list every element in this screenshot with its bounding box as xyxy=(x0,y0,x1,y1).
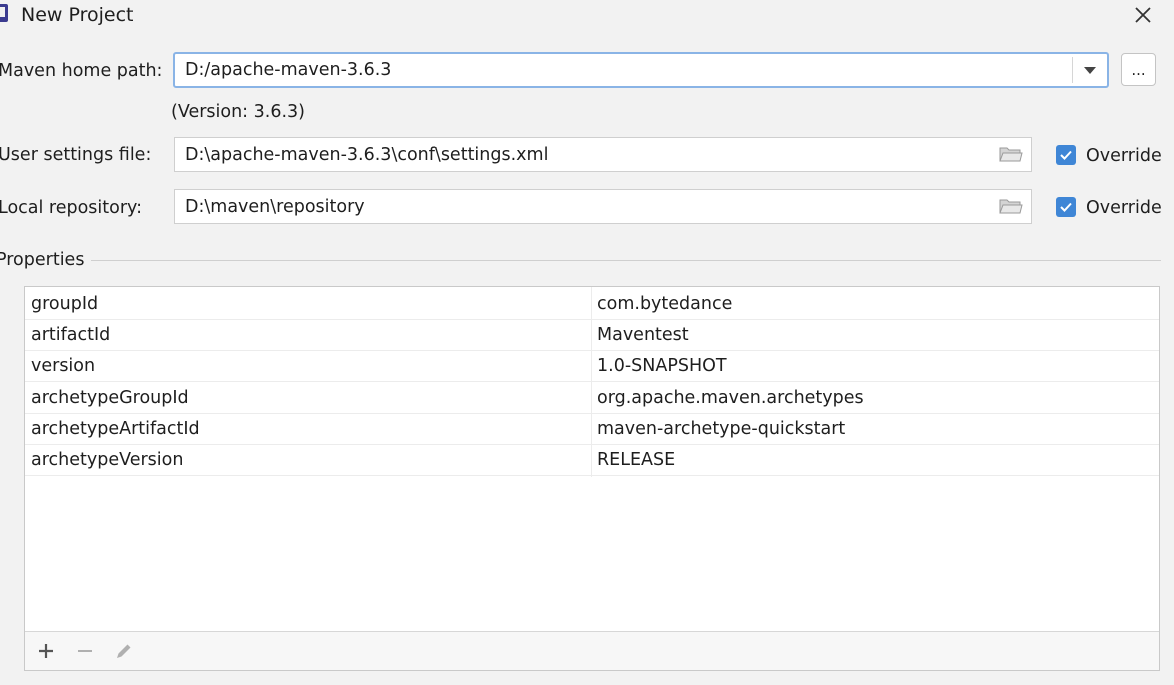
local-repository-override-checkbox[interactable] xyxy=(1056,197,1076,217)
add-property-button[interactable] xyxy=(34,639,58,663)
edit-icon xyxy=(117,644,131,658)
app-icon xyxy=(0,4,8,22)
dropdown-arrow-icon[interactable] xyxy=(1073,54,1107,86)
section-divider xyxy=(91,260,1161,261)
table-row[interactable]: archetypeGroupId org.apache.maven.archet… xyxy=(25,383,1159,414)
user-settings-value[interactable]: D:\apache-maven-3.6.3\conf\settings.xml xyxy=(185,144,548,166)
maven-home-combobox[interactable]: D:/apache-maven-3.6.3 xyxy=(173,52,1109,88)
user-settings-field[interactable]: D:\apache-maven-3.6.3\conf\settings.xml xyxy=(174,137,1032,172)
maven-home-label: Maven home path: xyxy=(0,61,163,81)
folder-icon[interactable] xyxy=(999,197,1023,215)
browse-maven-home-button[interactable]: ... xyxy=(1121,53,1156,86)
close-icon[interactable] xyxy=(1130,2,1156,28)
dialog-title: New Project xyxy=(21,4,134,26)
edit-property-button[interactable] xyxy=(112,639,136,663)
property-key[interactable]: archetypeArtifactId xyxy=(31,414,200,445)
local-repository-label: Local repository: xyxy=(0,198,143,218)
local-repository-field[interactable]: D:\maven\repository xyxy=(174,189,1032,224)
table-row[interactable]: archetypeArtifactId maven-archetype-quic… xyxy=(25,414,1159,445)
properties-section-label: Properties xyxy=(0,250,85,270)
plus-icon xyxy=(39,644,53,658)
property-value[interactable]: RELEASE xyxy=(597,445,675,476)
property-key[interactable]: archetypeVersion xyxy=(31,445,183,476)
property-value[interactable]: 1.0-SNAPSHOT xyxy=(597,351,727,382)
user-settings-override-checkbox[interactable] xyxy=(1056,145,1076,165)
local-repository-override-label[interactable]: Override xyxy=(1086,197,1162,219)
property-key[interactable]: groupId xyxy=(31,289,98,320)
minus-icon xyxy=(78,650,92,652)
property-value[interactable]: Maventest xyxy=(597,320,689,351)
property-key[interactable]: artifactId xyxy=(31,320,110,351)
property-key[interactable]: archetypeGroupId xyxy=(31,383,189,414)
table-row[interactable]: groupId com.bytedance xyxy=(25,289,1159,320)
checkmark-icon xyxy=(1060,202,1072,212)
property-key[interactable]: version xyxy=(31,351,95,382)
local-repository-value[interactable]: D:\maven\repository xyxy=(185,196,365,218)
user-settings-label: User settings file: xyxy=(0,145,152,165)
checkmark-icon xyxy=(1060,150,1072,160)
properties-table[interactable]: groupId com.bytedance artifactId Mavente… xyxy=(24,286,1160,671)
maven-home-value[interactable]: D:/apache-maven-3.6.3 xyxy=(185,59,391,81)
table-row[interactable]: version 1.0-SNAPSHOT xyxy=(25,351,1159,382)
property-value[interactable]: maven-archetype-quickstart xyxy=(597,414,845,445)
user-settings-override-label[interactable]: Override xyxy=(1086,145,1162,167)
table-row[interactable]: archetypeVersion RELEASE xyxy=(25,445,1159,476)
property-value[interactable]: com.bytedance xyxy=(597,289,732,320)
maven-version-text: (Version: 3.6.3) xyxy=(171,102,305,122)
table-toolbar xyxy=(25,631,1159,670)
folder-icon[interactable] xyxy=(999,145,1023,163)
remove-property-button[interactable] xyxy=(73,639,97,663)
table-row[interactable]: artifactId Maventest xyxy=(25,320,1159,351)
property-value[interactable]: org.apache.maven.archetypes xyxy=(597,383,864,414)
